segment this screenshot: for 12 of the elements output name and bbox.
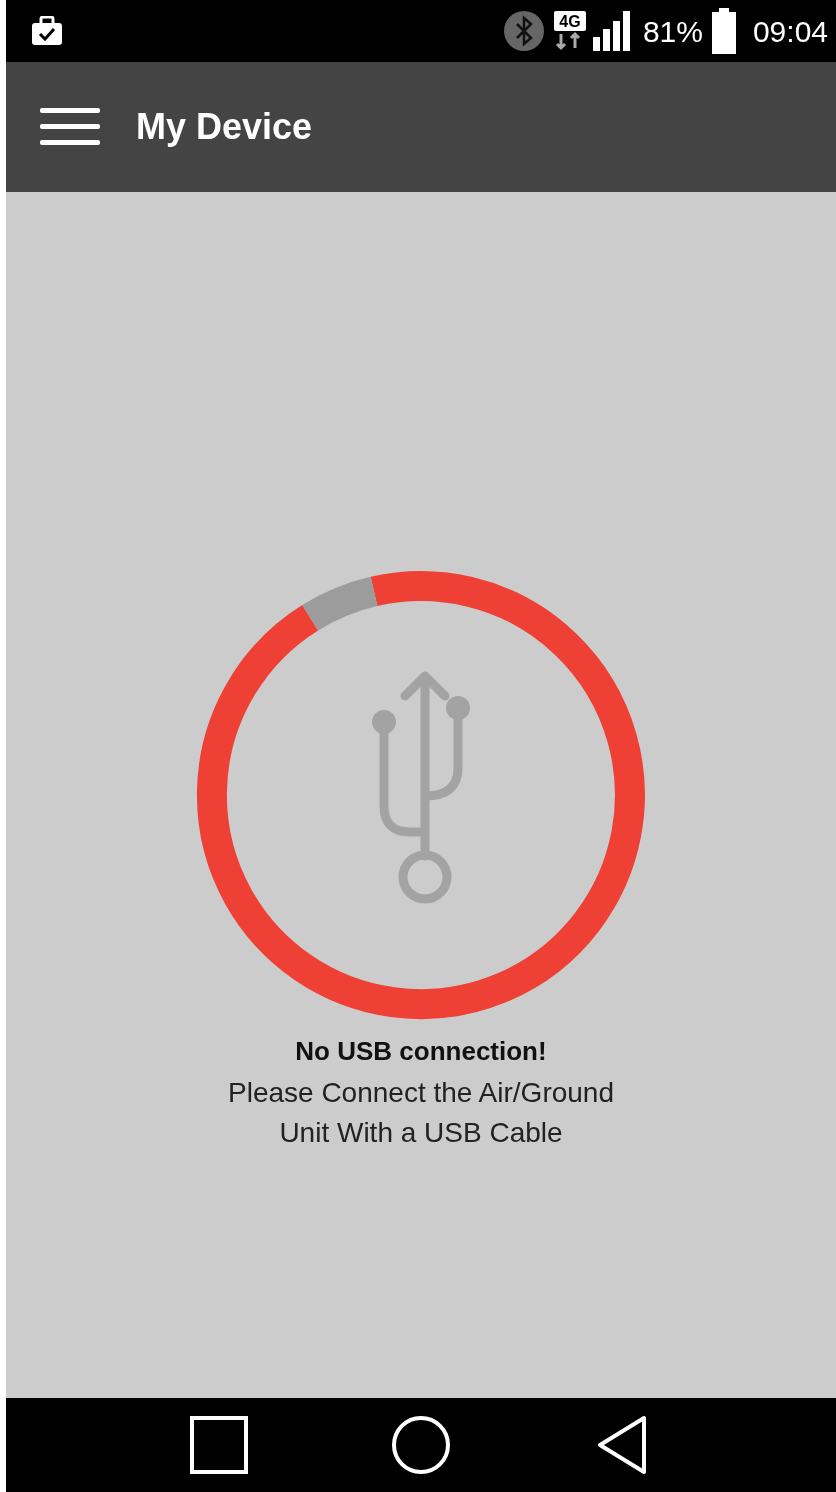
screen-title: My Device: [136, 105, 313, 149]
battery-percent: 81%: [642, 13, 703, 50]
clock-time: 09:04: [752, 13, 828, 50]
recents-button[interactable]: [188, 1414, 250, 1476]
bluetooth-icon: [502, 10, 545, 52]
network-type-label: 4G: [559, 13, 581, 30]
instruction-text: Please Connect the Air/Ground Unit With a USB Cable: [228, 1076, 614, 1150]
warning-title: No USB connection!: [295, 1035, 547, 1068]
briefcase-check-icon: [30, 16, 64, 46]
menu-button[interactable]: [40, 106, 100, 148]
home-button[interactable]: [390, 1414, 452, 1476]
battery-icon: [710, 8, 737, 54]
